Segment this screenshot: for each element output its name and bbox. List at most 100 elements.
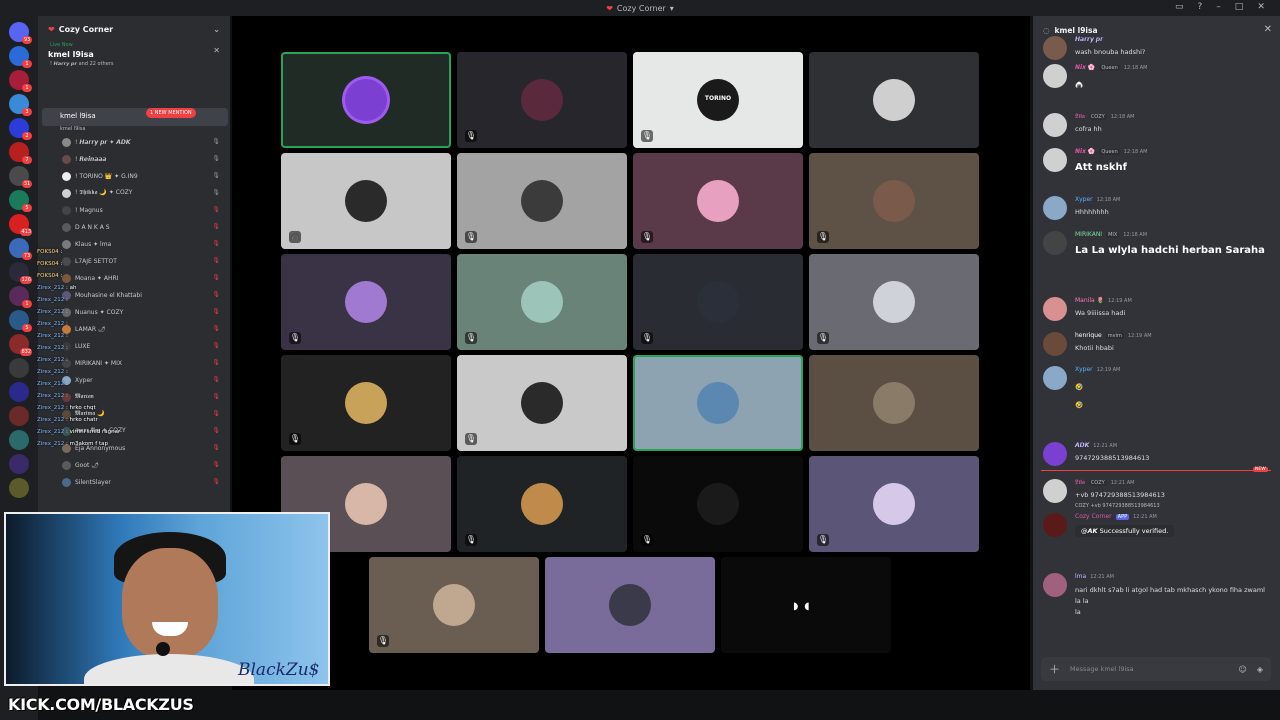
participant-tile[interactable]: 🎙 [633, 254, 803, 350]
message-author[interactable]: MIRIKANI [1075, 231, 1102, 238]
participant-tile[interactable]: 🎙 [633, 456, 803, 552]
server-icon[interactable] [9, 358, 29, 378]
server-icon[interactable] [9, 430, 29, 450]
close-button[interactable]: ✕ [1257, 2, 1265, 12]
voice-member[interactable]: LAMAR 🌶 [62, 323, 106, 335]
minimize-button[interactable]: – [1216, 2, 1221, 12]
participant-tile[interactable] [809, 355, 979, 451]
participant-tile[interactable]: 🎙 [457, 456, 627, 552]
participant-tile[interactable]: 🎙 [809, 254, 979, 350]
server-icon[interactable]: 5 [9, 190, 32, 212]
participant-tile[interactable]: 🎧 [281, 153, 451, 249]
voice-member[interactable]: D A N K A S [62, 221, 110, 233]
server-icon[interactable]: 73 [9, 238, 32, 260]
server-icon[interactable] [9, 454, 29, 474]
message-composer[interactable]: ＋ Message kmel l9isa ☺ ◈ [1041, 657, 1271, 681]
live-channel-name[interactable]: kmel l9isa [38, 50, 230, 59]
server-icon[interactable]: 7 [9, 142, 32, 164]
voice-member[interactable]: MIRIKANI ✦ MIX [62, 357, 122, 369]
voice-member[interactable]: L7AJE SETTOT [62, 255, 117, 267]
message-input[interactable]: Message kmel l9isa [1070, 665, 1134, 673]
participant-tile[interactable]: TORINO 🎙 [633, 52, 803, 148]
close-icon[interactable]: ✕ [213, 46, 220, 55]
avatar[interactable] [1043, 231, 1067, 255]
server-icon[interactable]: 1 [9, 46, 32, 68]
voice-member[interactable]: ! TORINO 👑 ✦ G.IN9 [62, 170, 138, 182]
message-author[interactable]: henrique [1075, 332, 1102, 339]
participant-tile[interactable] [633, 355, 803, 451]
server-icon[interactable]: 31 [9, 166, 32, 188]
voice-member[interactable]: ! 𝕯𝖍𝖎𝖐𝖐𝖆 🌙 ✦ COZY [62, 187, 132, 199]
message-author[interactable]: Xyper [1075, 196, 1093, 203]
participant-tile[interactable]: 🎙 [809, 153, 979, 249]
voice-member[interactable]: SilentSlayer [62, 476, 111, 488]
message-author[interactable]: 𝕷𝖎𝖑𝖆 [1075, 479, 1085, 487]
message-author[interactable]: Cozy Corner [1075, 513, 1112, 520]
server-icon[interactable] [9, 406, 29, 426]
emoji-icon[interactable]: ☺ [1239, 665, 1247, 674]
help-icon[interactable]: ? [1198, 2, 1203, 12]
server-icon[interactable]: 413 [9, 214, 32, 236]
message-author[interactable]: 𝙉𝙞𝙭 🌸 [1075, 64, 1095, 71]
participant-tile[interactable]: 🎙 [457, 254, 627, 350]
voice-member[interactable]: Goot 🌶 [62, 459, 99, 471]
voice-member[interactable]: Moana ✦ AHRI [62, 272, 118, 284]
voice-channel-name[interactable]: kmel l9isa [60, 112, 96, 120]
close-chat-icon[interactable]: ✕ [1264, 24, 1272, 35]
message-author[interactable]: lma [1075, 573, 1086, 580]
message-author[interactable]: 𝕷𝖎𝖑𝖆 [1075, 113, 1085, 121]
avatar[interactable] [1043, 196, 1067, 220]
participant-tile[interactable]: 🎙 [369, 557, 539, 653]
participant-tile[interactable]: 🎙 [281, 254, 451, 350]
activities-icon[interactable]: ◈ [1257, 665, 1263, 674]
avatar[interactable] [1043, 36, 1067, 60]
participant-tile[interactable]: 🎙 [457, 52, 627, 148]
server-icon[interactable]: 1 [9, 70, 32, 92]
avatar[interactable] [1043, 297, 1067, 321]
server-icon[interactable]: 1 [9, 286, 32, 308]
avatar[interactable] [1043, 513, 1067, 537]
message-author[interactable]: Manila 🌷 [1075, 297, 1104, 304]
participant-tile[interactable]: ◗◖ [721, 557, 891, 653]
avatar[interactable] [1043, 64, 1067, 88]
message-author[interactable]: 𝙃𝙖𝙧𝙧𝙮 𝙥𝙧 [1075, 36, 1103, 43]
avatar[interactable] [1043, 332, 1067, 356]
avatar[interactable] [1043, 573, 1067, 597]
new-mention-badge[interactable]: 1 NEW MENTION [146, 108, 196, 118]
message-body: Khotii hbabi [1075, 344, 1114, 352]
message-author[interactable]: 𝙉𝙞𝙭 🌸 [1075, 148, 1095, 155]
participant-tile[interactable]: 🎙 [457, 153, 627, 249]
server-icon[interactable]: 93 [9, 22, 32, 44]
avatar[interactable] [1043, 479, 1067, 503]
avatar[interactable] [1043, 113, 1067, 137]
participant-tile[interactable] [809, 52, 979, 148]
voice-member[interactable]: Nuanus ✦ COZY [62, 306, 123, 318]
server-icon[interactable]: 5 [9, 310, 32, 332]
server-icon[interactable]: 3 [9, 94, 32, 116]
message-author[interactable]: Xyper [1075, 366, 1093, 373]
participant-tile[interactable]: 🎙 [809, 456, 979, 552]
server-icon[interactable] [9, 478, 29, 498]
voice-member[interactable]: ! 𝙍𝙚𝙞𝙣𝙖𝙖𝙖 [62, 153, 106, 165]
reply-preview[interactable]: COZY +vb 974729388513984613 [1075, 503, 1160, 509]
participant-tile[interactable]: 🎙 [633, 153, 803, 249]
participant-tile[interactable]: 🎙 [457, 355, 627, 451]
voice-member[interactable]: ! Magnus [62, 204, 103, 216]
avatar[interactable] [1043, 366, 1067, 390]
voice-member[interactable]: Klaus ✦ lma [62, 238, 111, 250]
server-icon[interactable]: 126 [9, 262, 32, 284]
avatar[interactable] [1043, 442, 1067, 466]
server-icon[interactable]: 2 [9, 118, 32, 140]
server-header[interactable]: ❤ Cozy Corner ⌄ [38, 16, 230, 42]
inbox-icon[interactable]: ▭ [1175, 2, 1184, 12]
server-icon[interactable]: 832 [9, 334, 32, 356]
plus-icon[interactable]: ＋ [1049, 661, 1060, 677]
participant-tile[interactable] [545, 557, 715, 653]
maximize-button[interactable]: □ [1235, 2, 1244, 12]
participant-tile[interactable]: 🎙 [281, 355, 451, 451]
message-author[interactable]: 𝘼𝘿𝙆 [1075, 442, 1089, 449]
avatar[interactable] [1043, 148, 1067, 172]
voice-member[interactable]: ! 𝙃𝙖𝙧𝙧𝙮 𝙥𝙧 ✦ 𝘼𝘿𝙆 [62, 136, 131, 148]
participant-tile[interactable] [281, 52, 451, 148]
server-icon[interactable] [9, 382, 29, 402]
